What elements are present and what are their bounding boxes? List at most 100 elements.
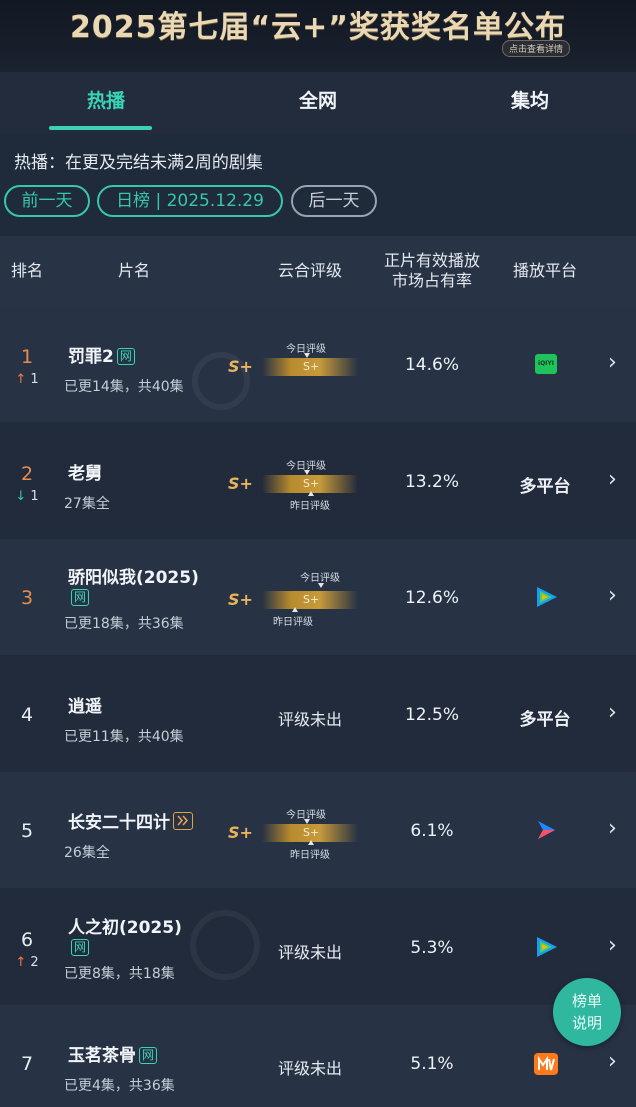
banner-detail-button[interactable]: 点击查看详情 (501, 40, 570, 57)
rank-change-value: 1 (30, 372, 39, 387)
chevron-right-icon[interactable]: › (608, 1049, 617, 1074)
episode-info: 26集全 (64, 845, 110, 861)
rank-number: 7 (20, 1053, 34, 1075)
rank-number: 6 (20, 928, 34, 951)
watermark-logo (190, 910, 260, 980)
rank-number: 1 (20, 346, 34, 368)
show-title[interactable]: 罚罪2 网 (68, 342, 135, 367)
table-row[interactable]: 5 长安二十四计 26集全 S+ 今日评级 S+ 昨日评级 6.1% › (0, 772, 636, 888)
show-title[interactable]: 人之初(2025) 网 (68, 913, 208, 958)
show-title[interactable]: 老舅 (68, 459, 102, 484)
next-day-button[interactable]: 后一天 (291, 185, 377, 217)
rank-change-arrow-icon: ↓ (15, 488, 27, 504)
active-tab-indicator (49, 126, 152, 130)
yesterday-rating-marker (292, 607, 298, 612)
chevron-right-icon[interactable]: › (608, 816, 617, 841)
market-share: 6.1% (410, 821, 454, 841)
chevron-right-icon[interactable]: › (608, 350, 617, 375)
show-title-text: 骄阳似我(2025) (68, 568, 199, 588)
header-rank: 排名 (10, 261, 43, 280)
tab-per-episode[interactable]: 集均 (424, 72, 636, 134)
market-share: 13.2% (404, 471, 459, 492)
market-share: 14.6% (404, 355, 459, 375)
episode-info: 27集全 (64, 495, 110, 512)
tab-all-network[interactable]: 全网 (212, 72, 424, 134)
youku-icon (535, 819, 557, 841)
rank-number: 4 (20, 703, 34, 726)
tab-hot[interactable]: 热播 (0, 72, 212, 134)
yesterday-rating-label: 昨日评级 (290, 500, 330, 512)
tencent-video-icon (534, 586, 558, 608)
yesterday-rating-label: 昨日评级 (290, 850, 330, 861)
rank-change-value: 1 (30, 488, 39, 504)
table-row[interactable]: 6 ↑ 2 人之初(2025) 网已更8集，共18集 评级未出 5.3% › (0, 888, 636, 1005)
show-title-text: 玉茗茶骨 (68, 1046, 136, 1066)
ranking-notes-line2: 说明 (571, 1014, 602, 1032)
mango-tv-icon (534, 1053, 558, 1075)
rank-change: ↑ 2 (0, 955, 54, 970)
network-drama-badge: 网 (71, 938, 90, 956)
market-share: 12.5% (404, 704, 459, 725)
table-row[interactable]: 3 骄阳似我(2025) 网已更18集，共36集 S+ 今日评级 S+ 昨日评级 12.6% › (0, 539, 636, 655)
rank-change-arrow-icon: ↑ (15, 954, 27, 970)
table-row[interactable]: 2 ↓ 1 老舅 27集全 S+ 今日评级 S+ 昨日评级 13.2% 多平台 › (0, 422, 636, 539)
yesterday-rating-marker (308, 490, 314, 496)
rank-change-value: 2 (30, 954, 39, 970)
market-share: 5.3% (410, 937, 454, 958)
prev-day-button[interactable]: 前一天 (4, 185, 90, 217)
network-drama-badge: 网 (116, 348, 135, 365)
watermark-logo (192, 352, 250, 410)
table-row[interactable]: 4 逍遥 已更11集，共40集 评级未出 12.5% 多平台 › (0, 655, 636, 772)
rating-bar-value: S+ (303, 593, 320, 606)
table-header: 排名 片名 云合评级 正片有效播放 市场占有率 播放平台 (0, 236, 636, 306)
table-row[interactable]: 7 玉茗茶骨网已更4集，共36集 评级未出 5.1% › (0, 1005, 636, 1107)
show-title[interactable]: 逍遥 (68, 692, 102, 717)
rank-number: 5 (20, 820, 34, 842)
rating-pending: 评级未出 (277, 942, 342, 962)
today-rating-marker (318, 583, 324, 588)
episode-info: 已更8集，共18集 (64, 965, 175, 982)
market-share: 12.6% (404, 588, 459, 608)
today-rating-label: 今日评级 (300, 573, 340, 584)
rating-bar-value: S+ (303, 476, 320, 490)
platform-multi: 多平台 (519, 476, 571, 497)
show-title[interactable]: 玉茗茶骨网 (68, 1041, 158, 1066)
show-title[interactable]: 骄阳似我(2025) 网 (68, 563, 208, 608)
tencent-video-icon (534, 936, 558, 958)
list-description: 热播：在更及完结未满2周的剧集 (14, 153, 263, 173)
rank-change: ↑ 1 (0, 372, 54, 387)
show-title-text: 人之初(2025) (68, 917, 182, 938)
rating-bar-value: S+ (303, 826, 320, 839)
header-market-share: 正片有效播放 市场占有率 (383, 251, 480, 290)
show-title-text: 罚罪2 (68, 347, 114, 367)
chevron-right-icon[interactable]: › (608, 933, 617, 958)
yesterday-rating-marker (308, 840, 314, 845)
rank-change-arrow-icon: ↑ (15, 372, 27, 387)
network-drama-badge: 网 (139, 1047, 158, 1064)
event-banner[interactable]: 2025第七届“云+”奖获奖名单公布 点击查看详情 (0, 0, 636, 72)
date-picker-button[interactable]: 日榜 | 2025.12.29 (97, 185, 283, 217)
episode-info: 已更14集，共40集 (64, 379, 184, 395)
episode-info: 已更18集，共36集 (64, 616, 184, 632)
rating-pending: 评级未出 (277, 1059, 342, 1078)
rank-change: ↓ 1 (0, 489, 54, 504)
header-rating: 云合评级 (277, 261, 342, 280)
show-title[interactable]: 长安二十四计 (68, 808, 193, 833)
table-row[interactable]: 1 ↑ 1 罚罪2 网已更14集，共40集 S+ 今日评级 S+ 14.6% iQIYI › (0, 306, 636, 422)
iqiyi-icon: iQIYI (535, 354, 557, 374)
show-title-text: 老舅 (68, 463, 102, 484)
show-title-text: 长安二十四计 (68, 813, 170, 833)
rank-number: 2 (20, 462, 34, 485)
rating-grade: S+ (228, 823, 253, 842)
rating-grade: S+ (228, 590, 253, 609)
rating-pending: 评级未出 (277, 709, 342, 729)
show-title-text: 逍遥 (68, 696, 102, 717)
chevron-right-icon[interactable]: › (608, 700, 617, 725)
rank-number: 3 (20, 587, 34, 609)
chevron-right-icon[interactable]: › (608, 583, 617, 608)
episode-info: 已更11集，共40集 (64, 728, 184, 745)
rating-bar-value: S+ (303, 360, 320, 373)
chevron-right-icon[interactable]: › (608, 467, 617, 492)
ranking-notes-button[interactable]: 榜单 说明 (553, 978, 621, 1046)
exclusive-play-badge-icon (173, 812, 193, 830)
